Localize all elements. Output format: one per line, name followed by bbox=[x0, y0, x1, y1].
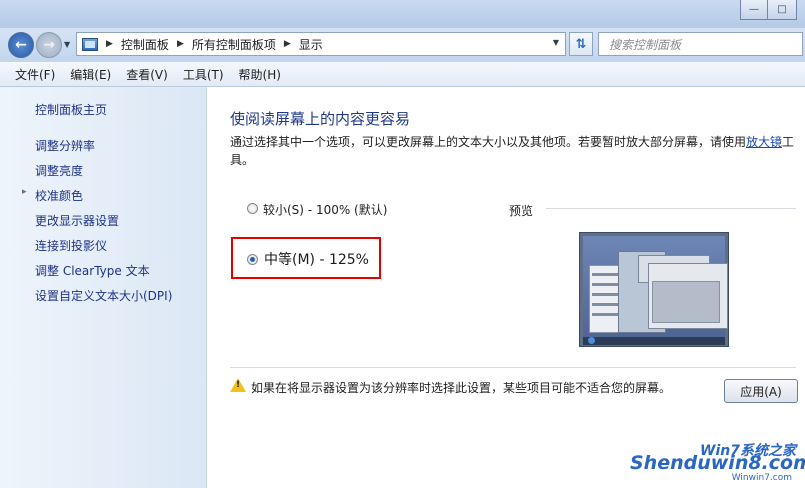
search-placeholder: 搜索控制面板 bbox=[609, 37, 682, 52]
sidebar-item-brightness[interactable]: 调整亮度 bbox=[35, 162, 83, 179]
title-bar: — □ bbox=[0, 0, 805, 30]
search-input[interactable]: 搜索控制面板 bbox=[598, 32, 803, 56]
preview-divider bbox=[546, 208, 796, 209]
breadcrumb-item[interactable]: 控制面板 bbox=[121, 36, 169, 53]
warning-icon-mark: ! bbox=[236, 380, 241, 390]
description-text: 通过选择其中一个选项，可以更改屏幕上的文本大小以及其他项。若要暂时放大部分屏幕，… bbox=[230, 135, 747, 149]
menu-edit[interactable]: 编辑(E) bbox=[70, 66, 111, 83]
watermark-logo: Win7系统之家 Shenduwin8.com Winwin7.com bbox=[630, 440, 805, 485]
maximize-button[interactable]: □ bbox=[767, 0, 797, 20]
breadcrumb[interactable]: ▶ 控制面板 ▶ 所有控制面板项 ▶ 显示 ▼ bbox=[76, 32, 566, 56]
sidebar-item-dpi[interactable]: 设置自定义文本大小(DPI) bbox=[35, 287, 172, 304]
section-divider bbox=[230, 367, 796, 368]
back-button[interactable]: ← bbox=[8, 32, 34, 58]
bullet-icon: ▸ bbox=[22, 187, 27, 197]
sidebar: 控制面板主页 调整分辨率 调整亮度 ▸ 校准颜色 更改显示器设置 连接到投影仪 … bbox=[0, 87, 207, 488]
breadcrumb-separator-icon: ▶ bbox=[106, 39, 113, 49]
breadcrumb-item[interactable]: 所有控制面板项 bbox=[192, 36, 276, 53]
breadcrumb-separator-icon: ▶ bbox=[176, 39, 184, 49]
preview-image bbox=[579, 232, 729, 347]
forward-button[interactable]: → bbox=[36, 32, 62, 58]
apply-button[interactable]: 应用(A) bbox=[724, 379, 798, 403]
menu-help[interactable]: 帮助(H) bbox=[239, 66, 281, 83]
address-bar: ← → ▼ ▶ 控制面板 ▶ 所有控制面板项 ▶ 显示 ▼ ⇅ 搜索控制面板 bbox=[0, 28, 805, 62]
refresh-icon: ⇅ bbox=[575, 36, 587, 52]
sidebar-item-monitor-settings[interactable]: 更改显示器设置 bbox=[35, 212, 119, 229]
radio-medium[interactable] bbox=[247, 254, 258, 265]
arrow-right-icon: → bbox=[43, 37, 55, 53]
warning-text: 如果在将显示器设置为该分辨率时选择此设置，某些项目可能不适合您的屏幕。 bbox=[251, 381, 672, 395]
sidebar-item-projector[interactable]: 连接到投影仪 bbox=[35, 237, 107, 254]
magnifier-link[interactable]: 放大镜 bbox=[746, 135, 782, 149]
sidebar-item-resolution[interactable]: 调整分辨率 bbox=[35, 137, 95, 154]
sidebar-item-calibrate[interactable]: 校准颜色 bbox=[35, 187, 83, 204]
radio-small[interactable] bbox=[247, 203, 258, 214]
option-small-label[interactable]: 较小(S) - 100% (默认) bbox=[263, 201, 387, 218]
page-description: 通过选择其中一个选项，可以更改屏幕上的文本大小以及其他项。若要暂时放大部分屏幕，… bbox=[230, 133, 796, 169]
menu-view[interactable]: 查看(V) bbox=[126, 66, 168, 83]
option-medium-label[interactable]: 中等(M) - 125% bbox=[264, 249, 369, 269]
control-panel-icon bbox=[82, 37, 98, 51]
sidebar-item-cleartype[interactable]: 调整 ClearType 文本 bbox=[35, 262, 150, 279]
minimize-button[interactable]: — bbox=[740, 0, 768, 20]
breadcrumb-separator-icon: ▶ bbox=[283, 39, 291, 49]
sidebar-item-home[interactable]: 控制面板主页 bbox=[35, 101, 107, 118]
page-title: 使阅读屏幕上的内容更容易 bbox=[230, 110, 411, 128]
refresh-button[interactable]: ⇅ bbox=[569, 32, 593, 56]
arrow-left-icon: ← bbox=[15, 37, 27, 53]
chevron-down-icon[interactable]: ▼ bbox=[553, 38, 559, 47]
watermark-line2: Shenduwin8.com bbox=[630, 452, 805, 474]
preview-label: 预览 bbox=[509, 204, 534, 218]
breadcrumb-item[interactable]: 显示 bbox=[299, 36, 323, 53]
watermark-line3: Winwin7.com bbox=[731, 473, 792, 483]
menu-tools[interactable]: 工具(T) bbox=[183, 66, 224, 83]
menu-bar: 文件(F) 编辑(E) 查看(V) 工具(T) 帮助(H) bbox=[0, 62, 805, 87]
menu-file[interactable]: 文件(F) bbox=[15, 66, 55, 83]
recent-pages-dropdown[interactable]: ▼ bbox=[64, 40, 70, 49]
